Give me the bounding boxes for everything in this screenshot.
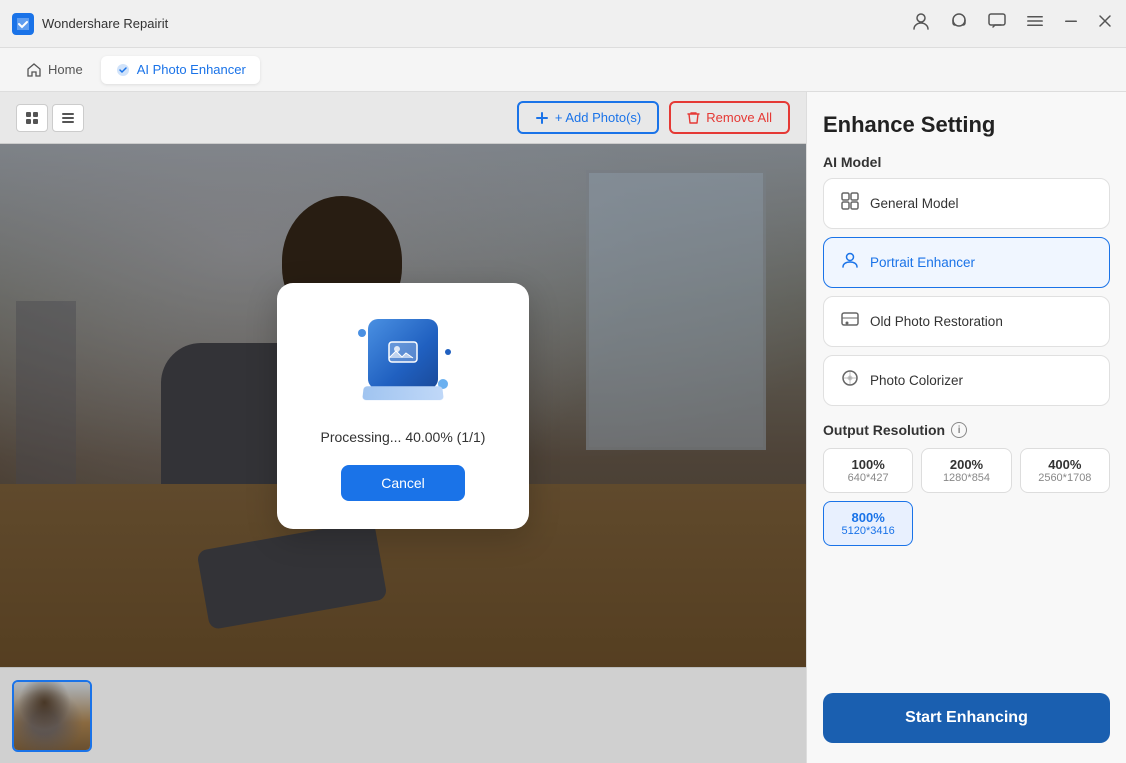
app-icon: [12, 13, 34, 35]
remove-all-button[interactable]: Remove All: [669, 101, 790, 134]
dot1: [358, 329, 366, 337]
toolbar-actions: + Add Photo(s) Remove All: [517, 101, 790, 134]
right-panel: Enhance Setting AI Model General Model P…: [806, 92, 1126, 763]
photo-area: Processing... 40.00% (1/1) Cancel: [0, 144, 806, 667]
old-photo-model-icon: [840, 309, 860, 334]
tab-ai-photo-enhancer[interactable]: AI Photo Enhancer: [101, 56, 260, 84]
tab-home-label: Home: [48, 62, 83, 77]
icon-base: [362, 386, 444, 400]
resolution-section: Output Resolution i 100% 640*427 200% 12…: [823, 422, 1110, 546]
model-colorizer[interactable]: Photo Colorizer: [823, 355, 1110, 406]
res-100[interactable]: 100% 640*427: [823, 448, 913, 493]
info-icon[interactable]: i: [951, 422, 967, 438]
icon-screen: [368, 319, 438, 389]
trash-icon: [687, 111, 700, 125]
chat-icon[interactable]: [986, 10, 1008, 37]
thumbnail-strip: [0, 667, 806, 763]
model-general[interactable]: General Model: [823, 178, 1110, 229]
headset-icon[interactable]: [948, 10, 970, 37]
cancel-button[interactable]: Cancel: [341, 465, 465, 501]
model-portrait[interactable]: Portrait Enhancer: [823, 237, 1110, 288]
ai-model-section: AI Model General Model Portrait Enhancer…: [823, 154, 1110, 406]
model-old-photo[interactable]: Old Photo Restoration: [823, 296, 1110, 347]
res-400[interactable]: 400% 2560*1708: [1020, 448, 1110, 493]
list-view-button[interactable]: [52, 104, 84, 132]
processing-text: Processing... 40.00% (1/1): [321, 429, 486, 445]
enhancer-icon: [115, 62, 131, 78]
thumbnail-preview: [14, 682, 90, 750]
model-old-photo-label: Old Photo Restoration: [870, 314, 1003, 329]
left-panel: + Add Photo(s) Remove All: [0, 92, 806, 763]
resolution-label: Output Resolution i: [823, 422, 1110, 438]
title-bar-controls: [910, 10, 1114, 37]
title-bar: Wondershare Repairit: [0, 0, 1126, 48]
resolution-grid: 100% 640*427 200% 1280*854 400% 2560*170…: [823, 448, 1110, 546]
start-enhancing-button[interactable]: Start Enhancing: [823, 693, 1110, 743]
menu-icon[interactable]: [1024, 10, 1046, 37]
dot2: [445, 349, 451, 355]
res-200[interactable]: 200% 1280*854: [921, 448, 1011, 493]
view-toggles: [16, 104, 84, 132]
nav-bar: Home AI Photo Enhancer: [0, 48, 1126, 92]
main-layout: + Add Photo(s) Remove All: [0, 92, 1126, 763]
app-title: Wondershare Repairit: [42, 16, 168, 31]
colorizer-model-icon: [840, 368, 860, 393]
res-800[interactable]: 800% 5120*3416: [823, 501, 913, 546]
general-model-icon: [840, 191, 860, 216]
grid-view-button[interactable]: [16, 104, 48, 132]
minimize-button[interactable]: [1062, 12, 1080, 35]
tab-home[interactable]: Home: [12, 56, 97, 84]
model-colorizer-label: Photo Colorizer: [870, 373, 963, 388]
portrait-model-icon: [840, 250, 860, 275]
title-bar-left: Wondershare Repairit: [12, 13, 168, 35]
processing-modal: Processing... 40.00% (1/1) Cancel: [277, 283, 529, 529]
model-general-label: General Model: [870, 196, 959, 211]
processing-modal-overlay: Processing... 40.00% (1/1) Cancel: [0, 144, 806, 667]
home-icon: [26, 62, 42, 78]
add-photos-button[interactable]: + Add Photo(s): [517, 101, 659, 134]
photo-icon: [385, 336, 421, 372]
thumbnail-item[interactable]: [12, 680, 92, 752]
processing-icon: [353, 319, 453, 409]
panel-title: Enhance Setting: [823, 112, 1110, 138]
model-portrait-label: Portrait Enhancer: [870, 255, 975, 270]
close-button[interactable]: [1096, 12, 1114, 35]
toolbar: + Add Photo(s) Remove All: [0, 92, 806, 144]
tab-enhancer-label: AI Photo Enhancer: [137, 62, 246, 77]
ai-model-label: AI Model: [823, 154, 1110, 170]
add-icon: [535, 111, 549, 125]
account-icon[interactable]: [910, 10, 932, 37]
